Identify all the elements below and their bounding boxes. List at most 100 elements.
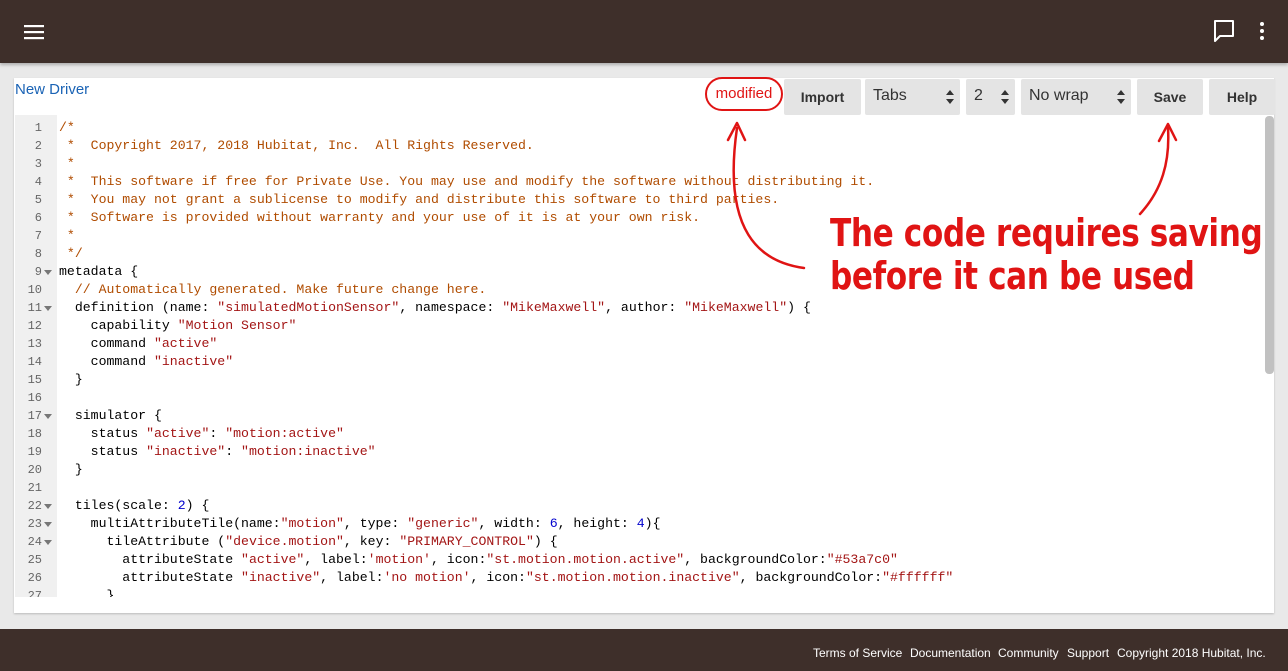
- code-text: tiles(scale: 2) {: [59, 497, 210, 515]
- code-line: 5 * You may not grant a sublicense to mo…: [15, 191, 1265, 209]
- code-token: multiAttributeTile(name:: [59, 516, 281, 531]
- code-text: * You may not grant a sublicense to modi…: [59, 191, 779, 209]
- code-text: command "active": [59, 335, 218, 353]
- wrap-mode-select[interactable]: No wrap: [1021, 79, 1131, 115]
- code-token: "inactive": [146, 444, 226, 459]
- code-token: tiles(scale:: [59, 498, 178, 513]
- footer-link-documentation[interactable]: Documentation: [910, 646, 991, 660]
- fold-toggle-icon[interactable]: [44, 522, 52, 527]
- code-line: 23 multiAttributeTile(name:"motion", typ…: [15, 515, 1265, 533]
- line-number: 16: [27, 391, 42, 405]
- code-token: *: [59, 156, 75, 171]
- code-text: *: [59, 155, 75, 173]
- code-text: */: [59, 245, 83, 263]
- code-token: "motion:active": [225, 426, 344, 441]
- code-token: command: [59, 336, 154, 351]
- code-token: "active": [153, 336, 218, 351]
- code-line: 20 }: [15, 461, 1265, 479]
- footer-copyright: Copyright 2018 Hubitat, Inc.: [1117, 646, 1266, 660]
- footer-link-support[interactable]: Support: [1067, 646, 1109, 660]
- indent-size-value: 2: [974, 87, 983, 104]
- code-text: multiAttributeTile(name:"motion", type: …: [59, 515, 661, 533]
- select-arrows-icon: [1117, 90, 1125, 104]
- annotation-line-2: before it can be used: [830, 254, 1195, 298]
- top-app-bar: [0, 0, 1288, 63]
- help-button[interactable]: Help: [1209, 79, 1275, 115]
- code-text: tileAttribute ("device.motion", key: "PR…: [59, 533, 557, 551]
- code-token: , key:: [343, 534, 400, 549]
- code-line: 22 tiles(scale: 2) {: [15, 497, 1265, 515]
- indent-type-select[interactable]: Tabs: [865, 79, 960, 115]
- code-line: 16: [15, 389, 1265, 407]
- code-token: , type:: [343, 516, 408, 531]
- code-token: // Automatically generated. Make future …: [74, 282, 487, 297]
- code-line: 27 }: [15, 587, 1265, 597]
- line-number: 24: [27, 535, 42, 549]
- code-line: 17 simulator {: [15, 407, 1265, 425]
- fold-toggle-icon[interactable]: [44, 270, 52, 275]
- line-number: 17: [27, 409, 42, 423]
- code-token: attributeState: [59, 552, 242, 567]
- save-button[interactable]: Save: [1137, 79, 1203, 115]
- hamburger-menu-icon[interactable]: [22, 20, 48, 44]
- line-number: 13: [27, 337, 42, 351]
- code-text: }: [59, 461, 83, 479]
- wrap-mode-value: No wrap: [1029, 87, 1089, 104]
- editor-scrollbar[interactable]: [1265, 116, 1274, 374]
- line-number: 14: [27, 355, 42, 369]
- code-token: ) {: [185, 498, 210, 513]
- code-text: capability "Motion Sensor": [59, 317, 297, 335]
- code-text: * This software if free for Private Use.…: [59, 173, 874, 191]
- line-number: 10: [27, 283, 42, 297]
- fold-toggle-icon[interactable]: [44, 306, 52, 311]
- footer-link-terms[interactable]: Terms of Service: [813, 646, 902, 660]
- code-line: 26 attributeState "inactive", label:'no …: [15, 569, 1265, 587]
- line-number: 23: [27, 517, 42, 531]
- chat-bubble-icon[interactable]: [1211, 18, 1237, 44]
- code-token: , width:: [478, 516, 550, 531]
- code-token: }: [59, 462, 83, 477]
- code-line: 13 command "active": [15, 335, 1265, 353]
- code-token: /*: [59, 120, 75, 135]
- code-token: :: [225, 444, 242, 459]
- fold-toggle-icon[interactable]: [44, 540, 52, 545]
- code-token: "active": [241, 552, 305, 567]
- footer-link-community[interactable]: Community: [998, 646, 1059, 660]
- code-token: command: [59, 354, 154, 369]
- code-text: *: [59, 227, 75, 245]
- code-token: , label:: [304, 552, 368, 567]
- modified-status-badge: modified: [705, 77, 783, 111]
- line-number: 22: [27, 499, 42, 513]
- import-button[interactable]: Import: [784, 79, 861, 115]
- line-number: 3: [34, 157, 42, 171]
- code-token: "motion": [280, 516, 344, 531]
- code-token: "st.motion.motion.inactive": [525, 570, 740, 585]
- code-text: * Software is provided without warranty …: [59, 209, 700, 227]
- code-editor[interactable]: 1 /* 2 * Copyright 2017, 2018 Hubitat, Inc…: [15, 115, 1267, 597]
- line-number: 1: [34, 121, 42, 135]
- code-token: ){: [644, 516, 661, 531]
- fold-toggle-icon[interactable]: [44, 504, 52, 509]
- line-number: 20: [27, 463, 42, 477]
- code-text: * Copyright 2017, 2018 Hubitat, Inc. All…: [59, 137, 534, 155]
- code-text: attributeState "active", label:'motion',…: [59, 551, 898, 569]
- code-token: :: [209, 426, 226, 441]
- more-vertical-icon[interactable]: [1250, 18, 1274, 44]
- line-number: 5: [34, 193, 42, 207]
- code-token: , icon:: [430, 552, 487, 567]
- line-number: 26: [27, 571, 42, 585]
- code-token: 'motion': [367, 552, 431, 567]
- fold-toggle-icon[interactable]: [44, 414, 52, 419]
- code-token: ) {: [787, 300, 811, 315]
- line-number: 18: [27, 427, 42, 441]
- code-token: 2: [177, 498, 186, 513]
- line-number: 8: [34, 247, 42, 261]
- code-token: 6: [549, 516, 558, 531]
- page-title: New Driver: [15, 81, 90, 98]
- annotation-callout: The code requires saving before it can b…: [830, 212, 1263, 298]
- code-token: "generic": [407, 516, 479, 531]
- code-line: 15 }: [15, 371, 1265, 389]
- code-token: "device.motion": [225, 534, 344, 549]
- indent-size-select[interactable]: 2: [966, 79, 1015, 115]
- code-text: definition (name: "simulatedMotionSensor…: [59, 299, 811, 317]
